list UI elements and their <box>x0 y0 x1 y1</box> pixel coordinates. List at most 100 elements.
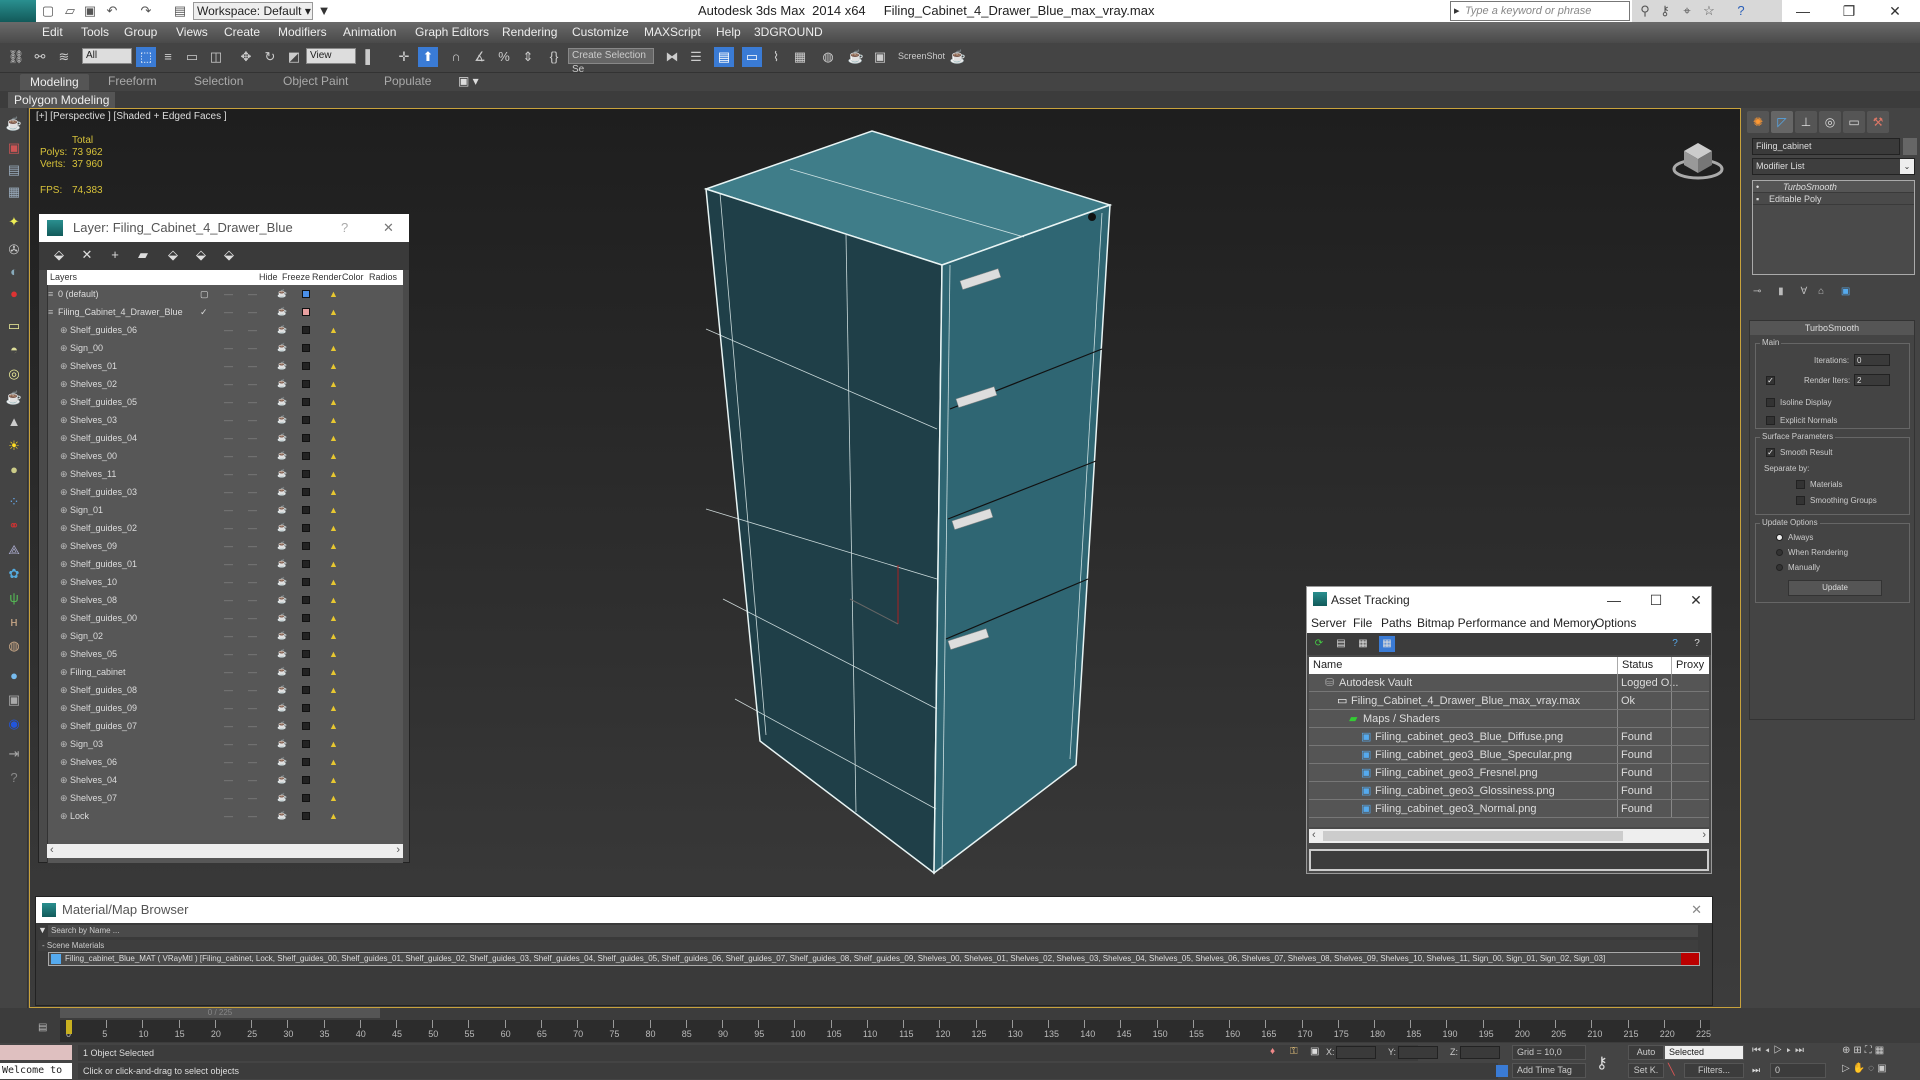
new-file-icon[interactable]: ▢ <box>40 3 56 19</box>
pin-stack-icon[interactable]: ⊸ <box>1753 286 1761 297</box>
color-swatch[interactable] <box>302 573 310 592</box>
object-row[interactable]: Sign_01 ⊕ — — ☕ ▲ <box>48 501 403 519</box>
maximize-button[interactable]: ❐ <box>1826 0 1872 22</box>
freeze-toggle[interactable]: — <box>248 555 257 573</box>
scroll-right-icon[interactable]: › <box>1702 829 1706 841</box>
menu-maxscript[interactable]: MAXScript <box>644 25 701 39</box>
tab-selection[interactable]: Selection <box>194 74 243 88</box>
display-tab-icon[interactable]: ▭ <box>1843 111 1865 133</box>
spinner-snap-icon[interactable]: ⇕ <box>518 47 538 67</box>
undo-icon[interactable]: ↶ <box>104 3 120 19</box>
hide-toggle[interactable]: — <box>224 357 233 375</box>
iterations-spinner[interactable]: 0 <box>1854 354 1890 366</box>
render-teapot-icon[interactable]: ☕ <box>277 411 287 429</box>
radiosity-icon[interactable]: ▲ <box>329 483 338 501</box>
object-row[interactable]: Shelf_guides_09 ⊕ — — ☕ ▲ <box>48 699 403 717</box>
freeze-toggle[interactable]: — <box>248 465 257 483</box>
auto-key-button[interactable]: Auto <box>1628 1045 1664 1060</box>
select-by-name-icon[interactable]: ≡ <box>158 47 178 67</box>
col-hide[interactable]: Hide <box>259 270 278 285</box>
hide-toggle[interactable]: — <box>224 429 233 447</box>
time-slider[interactable]: 0 / 225 <box>60 1008 380 1018</box>
materials-checkbox[interactable] <box>1796 480 1805 489</box>
orbit-icon[interactable]: ◌ <box>1868 1063 1877 1074</box>
render-teapot-icon[interactable]: ☕ <box>277 609 287 627</box>
color-swatch[interactable] <box>302 285 310 304</box>
keyboard-shortcut-toggle-icon[interactable]: ⬆ <box>418 47 438 67</box>
hide-toggle[interactable]: — <box>224 771 233 789</box>
time-tag-icon[interactable] <box>1496 1065 1508 1077</box>
utilities-tab-icon[interactable]: ⚒ <box>1867 111 1889 133</box>
show-end-result-icon[interactable]: ▮ <box>1778 286 1784 297</box>
when-rendering-radio[interactable] <box>1776 549 1783 556</box>
link-icon[interactable]: ⛓ <box>6 47 26 67</box>
hide-toggle[interactable]: — <box>224 717 233 735</box>
render-teapot-icon[interactable]: ☕ <box>277 285 287 303</box>
color-swatch[interactable] <box>302 555 310 574</box>
freeze-toggle[interactable]: — <box>248 717 257 735</box>
asset-path-field[interactable] <box>1309 849 1709 871</box>
render-teapot-icon[interactable]: ☕ <box>277 699 287 717</box>
render-setup-icon[interactable]: ☕ <box>846 47 866 67</box>
select-object-icon[interactable]: ⬚ <box>136 47 156 67</box>
window-crossing-icon[interactable]: ◫ <box>206 47 226 67</box>
scroll-left-icon[interactable]: ‹ <box>1312 829 1316 841</box>
object-row[interactable]: Shelves_08 ⊕ — — ☕ ▲ <box>48 591 403 609</box>
cloud-icon[interactable]: ✿ <box>4 564 24 584</box>
close-icon[interactable]: ✕ <box>383 214 394 242</box>
freeze-toggle[interactable]: — <box>248 753 257 771</box>
pan-icon[interactable]: ✋ <box>1853 1063 1868 1074</box>
hide-toggle[interactable]: — <box>224 519 233 537</box>
col-layers[interactable]: Layers <box>50 270 77 285</box>
move-icon[interactable]: ✥ <box>236 47 256 67</box>
maximize-viewport-icon[interactable]: ▣ <box>1877 1063 1889 1074</box>
color-swatch[interactable] <box>302 807 310 826</box>
asset-row[interactable]: ▣ Filing_cabinet_geo3_Blue_Diffuse.png Fou… <box>1309 728 1709 746</box>
hide-toggle[interactable]: — <box>224 411 233 429</box>
teapot-prim-icon[interactable]: ☕ <box>4 388 24 408</box>
hide-toggle[interactable]: — <box>224 375 233 393</box>
col-freeze[interactable]: Freeze <box>282 270 310 285</box>
toggle-ribbon-icon[interactable]: ▭ <box>742 47 762 67</box>
render-teapot-icon[interactable]: ☕ <box>277 519 287 537</box>
menu-views[interactable]: Views <box>176 25 208 39</box>
percent-snap-icon[interactable]: % <box>494 47 514 67</box>
hide-toggle[interactable]: — <box>224 699 233 717</box>
menu-help[interactable]: Help <box>716 25 741 39</box>
set-key-icon[interactable]: ⚷ <box>1596 1053 1608 1073</box>
color-swatch[interactable] <box>302 393 310 412</box>
hide-toggle[interactable]: — <box>224 501 233 519</box>
render-frame-icon[interactable]: ▣ <box>4 138 24 158</box>
render-teapot-icon[interactable]: ☕ <box>277 663 287 681</box>
material-sphere-icon[interactable]: ● <box>4 666 24 686</box>
hair-fur-icon[interactable]: ʜ <box>4 612 24 632</box>
asset-menu-paths[interactable]: Paths <box>1381 613 1412 633</box>
always-radio[interactable] <box>1776 534 1783 541</box>
update-button[interactable]: Update <box>1788 580 1882 596</box>
particles-icon[interactable]: ⁘ <box>4 492 24 512</box>
tab-object-paint[interactable]: Object Paint <box>283 74 348 88</box>
radiosity-icon[interactable]: ▲ <box>329 789 338 807</box>
scroll-right-icon[interactable]: › <box>396 844 400 856</box>
redo-icon[interactable]: ↷ <box>138 3 154 19</box>
layer-row[interactable]: Filing_Cabinet_4_Drawer_Blue ≡ ✓ — — ☕ ▲ <box>48 303 403 321</box>
polygon-modeling-panel[interactable]: Polygon Modeling <box>8 92 116 108</box>
render-teapot-icon[interactable]: ☕ <box>948 47 968 67</box>
color-swatch[interactable] <box>302 753 310 772</box>
radiosity-icon[interactable]: ▲ <box>329 339 338 357</box>
teapot-icon[interactable]: ☕ <box>4 114 24 134</box>
y-coord-field[interactable] <box>1398 1046 1438 1059</box>
render-teapot-icon[interactable]: ☕ <box>277 573 287 591</box>
freeze-toggle[interactable]: — <box>248 393 257 411</box>
explicit-normals-checkbox[interactable] <box>1766 416 1775 425</box>
color-swatch[interactable] <box>302 519 310 538</box>
hide-toggle[interactable]: — <box>224 339 233 357</box>
col-proxy[interactable]: Proxy <box>1671 657 1704 674</box>
asset-minimize-button[interactable]: — <box>1599 587 1629 613</box>
col-color[interactable]: Color <box>342 270 364 285</box>
freeze-toggle[interactable]: — <box>248 285 257 303</box>
isoline-checkbox[interactable] <box>1766 398 1775 407</box>
current-layer-checkmark-icon[interactable]: ✓ <box>200 303 208 321</box>
freeze-toggle[interactable]: — <box>248 771 257 789</box>
radiosity-icon[interactable]: ▲ <box>329 771 338 789</box>
